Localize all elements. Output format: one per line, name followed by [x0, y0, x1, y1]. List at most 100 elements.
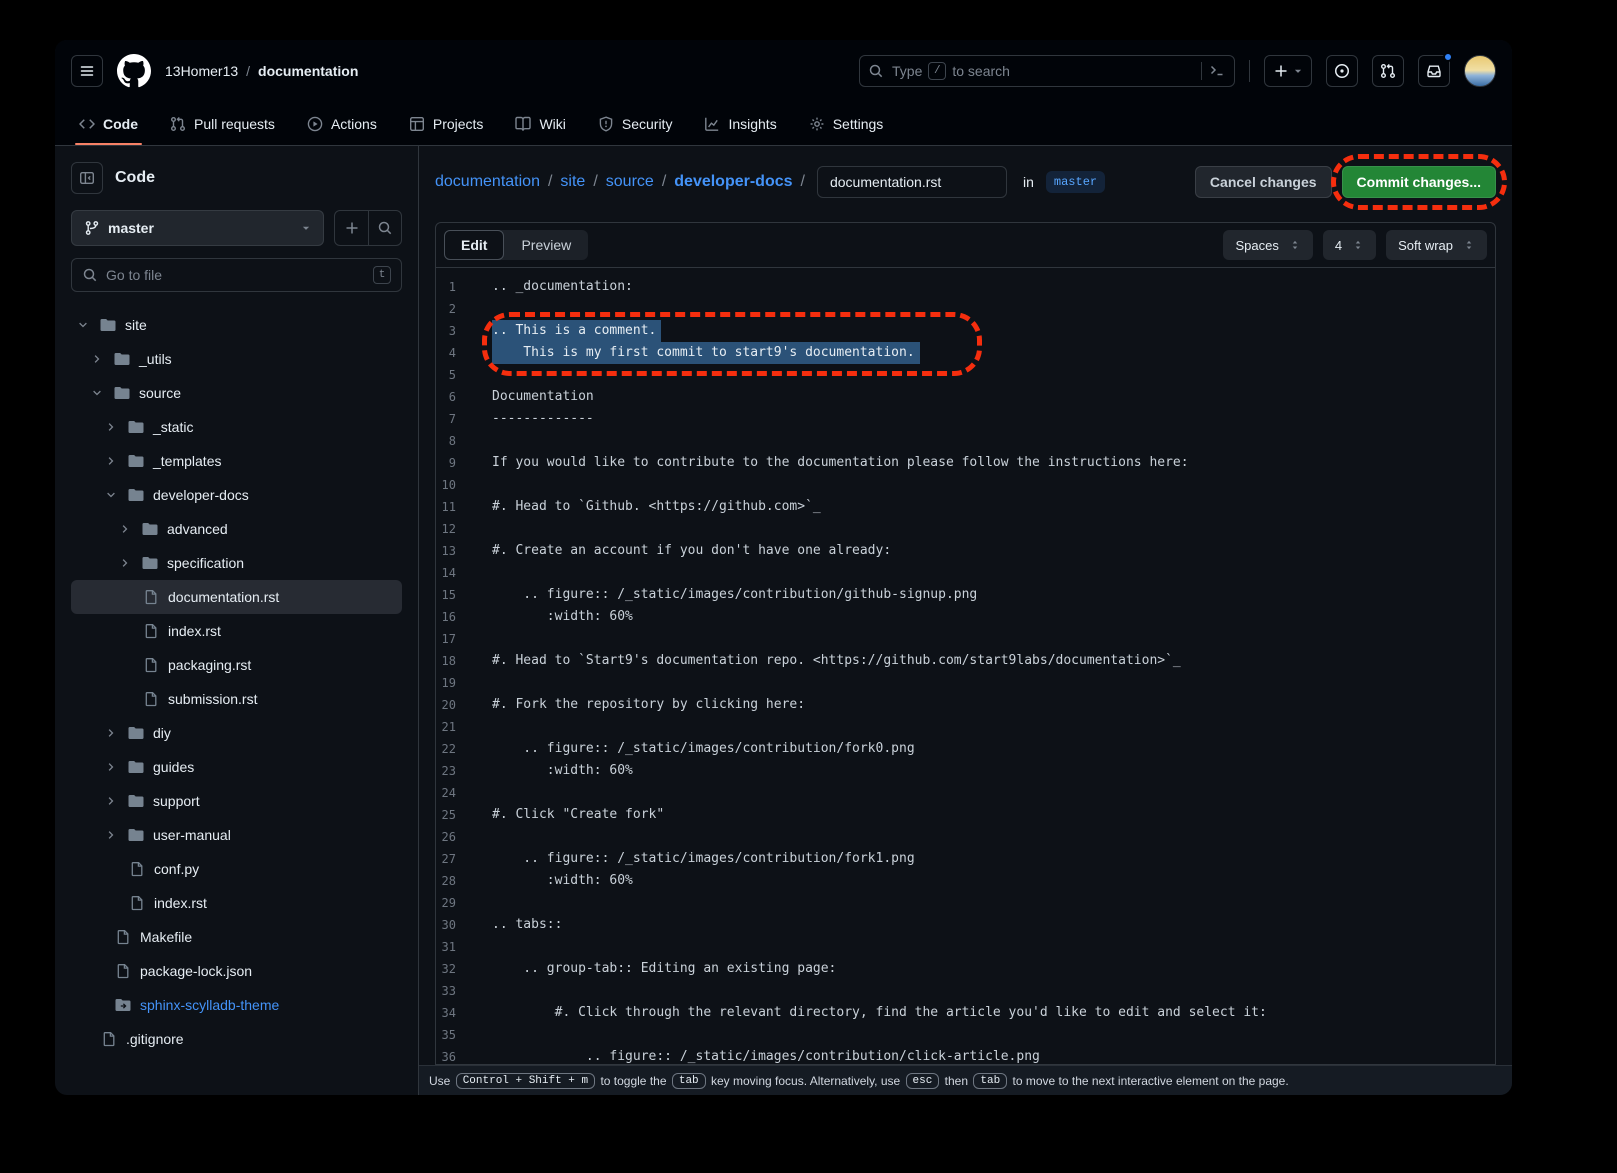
indent-mode-select[interactable]: Spaces — [1223, 230, 1312, 260]
line-number: 20 — [436, 694, 456, 716]
code-lines: 1.. _documentation:23.. This is a commen… — [436, 276, 1495, 1064]
chevron-right-icon — [105, 829, 117, 841]
line-number: 22 — [436, 738, 456, 760]
git-branch-icon — [84, 220, 100, 236]
tab-insights[interactable]: Insights — [692, 102, 788, 145]
tab-pull-requests[interactable]: Pull requests — [158, 102, 287, 145]
new-file-button[interactable] — [335, 211, 368, 245]
code-line-29: 29 — [436, 892, 1495, 914]
tree-item-_templates[interactable]: _templates — [71, 444, 402, 478]
folder-icon — [142, 521, 158, 537]
code-line-9: 9If you would like to contribute to the … — [436, 452, 1495, 474]
tree-item-index.rst[interactable]: index.rst — [71, 614, 402, 648]
tree-item-package-lock.json[interactable]: package-lock.json — [71, 954, 402, 988]
issues-button[interactable] — [1326, 55, 1358, 87]
tab-code[interactable]: Code — [67, 102, 150, 145]
tree-item-site[interactable]: site — [71, 308, 402, 342]
chevron-right-icon — [105, 421, 117, 433]
collapse-sidebar-button[interactable] — [71, 162, 103, 194]
tab-wiki[interactable]: Wiki — [503, 102, 577, 145]
line-number: 10 — [436, 474, 456, 496]
tab-settings[interactable]: Settings — [797, 102, 896, 145]
tree-item-specification[interactable]: specification — [71, 546, 402, 580]
filename-input[interactable] — [817, 166, 1007, 198]
code-line-17: 17 — [436, 628, 1495, 650]
code-line-3: 3.. This is a comment. — [436, 320, 1495, 342]
tab-actions[interactable]: Actions — [295, 102, 389, 145]
breadcrumb-link-repo[interactable]: documentation — [435, 173, 540, 191]
plus-icon — [344, 220, 360, 236]
search-files-button[interactable] — [368, 211, 401, 245]
commit-changes-button[interactable]: Commit changes... — [1342, 166, 1496, 198]
avatar[interactable] — [1464, 55, 1496, 87]
cancel-changes-button[interactable]: Cancel changes — [1195, 166, 1332, 198]
file-icon — [115, 963, 131, 979]
tree-item-_utils[interactable]: _utils — [71, 342, 402, 376]
tree-item-support[interactable]: support — [71, 784, 402, 818]
submodule-icon — [115, 997, 131, 1013]
line-number: 19 — [436, 672, 456, 694]
tree-item-submission.rst[interactable]: submission.rst — [71, 682, 402, 716]
wrap-mode-select[interactable]: Soft wrap — [1386, 230, 1487, 260]
tree-item-_static[interactable]: _static — [71, 410, 402, 444]
tree-item-packaging.rst[interactable]: packaging.rst — [71, 648, 402, 682]
file-icon — [129, 895, 145, 911]
file-icon — [129, 861, 145, 877]
tab-preview[interactable]: Preview — [504, 230, 588, 260]
inbox-button[interactable] — [1418, 55, 1450, 87]
tab-edit[interactable]: Edit — [444, 230, 504, 260]
tree-item-conf.py[interactable]: conf.py — [71, 852, 402, 886]
breadcrumb-repo[interactable]: documentation — [258, 63, 358, 79]
github-logo-icon[interactable] — [117, 54, 151, 88]
branch-selector[interactable]: master — [71, 210, 324, 246]
breadcrumb-link-source[interactable]: source — [606, 173, 654, 191]
folder-icon — [100, 317, 116, 333]
global-search-input[interactable]: Type / to search — [859, 55, 1235, 87]
file-icon — [143, 691, 159, 707]
line-number: 4 — [436, 342, 456, 364]
search-placeholder: Type / to search — [892, 62, 1193, 80]
code-editor-area[interactable]: 1.. _documentation:23.. This is a commen… — [436, 268, 1495, 1064]
hamburger-menu-button[interactable] — [71, 55, 103, 87]
line-number: 29 — [436, 892, 456, 914]
tab-security[interactable]: Security — [586, 102, 685, 145]
chevron-right-icon — [105, 761, 117, 773]
code-line-34: 34 #. Click through the relevant directo… — [436, 1002, 1495, 1024]
chevron-down-icon — [91, 387, 103, 399]
breadcrumb-link-site[interactable]: site — [560, 173, 585, 191]
tree-item-documentation.rst[interactable]: documentation.rst — [71, 580, 402, 614]
code-line-14: 14 — [436, 562, 1495, 584]
tree-item-.gitignore[interactable]: .gitignore — [71, 1022, 402, 1056]
tree-item-sphinx-scylladb-theme[interactable]: sphinx-scylladb-theme — [71, 988, 402, 1022]
indent-size-select[interactable]: 4 — [1323, 230, 1376, 260]
issue-opened-icon — [1334, 63, 1350, 79]
tree-item-Makefile[interactable]: Makefile — [71, 920, 402, 954]
breadcrumb-owner[interactable]: 13Homer13 — [165, 63, 238, 79]
pull-requests-button[interactable] — [1372, 55, 1404, 87]
code-line-26: 26 — [436, 826, 1495, 848]
github-window: 13Homer13 / documentation Type / to sear… — [55, 40, 1512, 1095]
breadcrumb-link-developer-docs[interactable]: developer-docs — [674, 173, 792, 191]
tree-item-source[interactable]: source — [71, 376, 402, 410]
tree-item-guides[interactable]: guides — [71, 750, 402, 784]
updown-icon — [1352, 239, 1364, 251]
tree-item-advanced[interactable]: advanced — [71, 512, 402, 546]
tree-item-diy[interactable]: diy — [71, 716, 402, 750]
repo-nav-tabs: Code Pull requests Actions Projects Wiki… — [55, 102, 1512, 146]
line-number: 7 — [436, 408, 456, 430]
code-line-8: 8 — [436, 430, 1495, 452]
go-to-file-input[interactable] — [106, 267, 365, 283]
tree-item-index.rst[interactable]: index.rst — [71, 886, 402, 920]
kbd-hint: esc — [906, 1073, 940, 1089]
line-number: 25 — [436, 804, 456, 826]
file-icon — [101, 1031, 117, 1047]
editor-toolbar: Edit Preview Spaces 4 Soft wr — [436, 223, 1495, 268]
tree-item-user-manual[interactable]: user-manual — [71, 818, 402, 852]
create-new-button[interactable] — [1264, 55, 1312, 87]
tree-item-developer-docs[interactable]: developer-docs — [71, 478, 402, 512]
line-number: 31 — [436, 936, 456, 958]
command-palette-icon[interactable] — [1210, 63, 1226, 79]
file-breadcrumb-row: documentation / site / source / develope… — [419, 146, 1512, 208]
unread-notification-dot — [1443, 52, 1453, 62]
tab-projects[interactable]: Projects — [397, 102, 496, 145]
